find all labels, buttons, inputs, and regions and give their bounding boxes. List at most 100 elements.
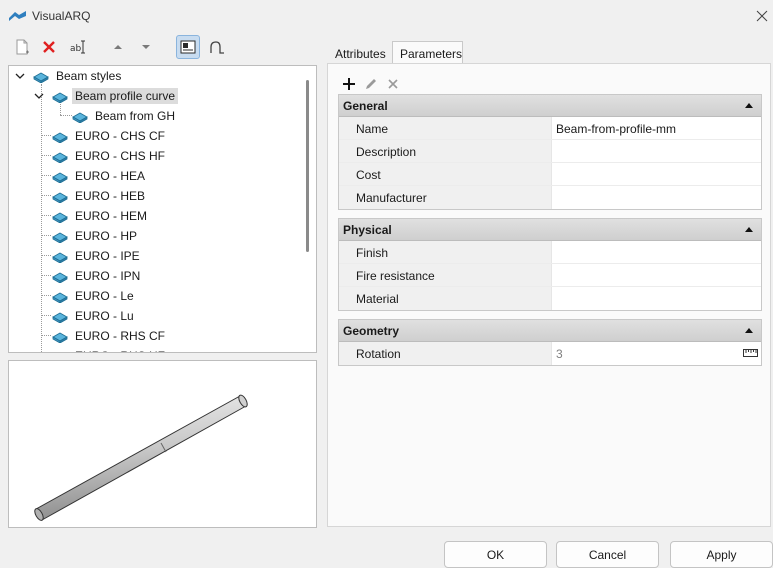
new-style-icon (16, 39, 29, 55)
chevron-down-icon[interactable] (34, 91, 44, 101)
material-field[interactable] (551, 287, 761, 310)
group-physical: Physical Finish Fire resistance Material (338, 218, 762, 311)
move-up-button[interactable] (106, 35, 130, 59)
beam-preview-image (34, 394, 248, 521)
manufacturer-field[interactable] (551, 186, 761, 209)
tree-guide-line (60, 115, 72, 116)
beam-styles-tree[interactable]: Beam styles Beam profile curve Beam from… (8, 65, 317, 353)
group-title: Geometry (343, 324, 400, 338)
beam-style-icon (52, 332, 68, 343)
add-parameter-button[interactable] (339, 73, 359, 95)
cancel-button[interactable]: Cancel (556, 541, 659, 568)
new-style-button[interactable] (10, 35, 34, 59)
group-header-general[interactable]: General (339, 95, 761, 117)
ok-button[interactable]: OK (444, 541, 547, 568)
tree-item[interactable]: EURO - CHS HF (52, 146, 168, 166)
tree-item[interactable]: EURO - HEB (52, 186, 148, 206)
group-title: General (343, 99, 388, 113)
tab-parameters[interactable]: Parameters (392, 41, 463, 65)
tree-item-root[interactable]: Beam styles (15, 66, 124, 86)
tree-guide-line (41, 315, 51, 316)
rotation-field[interactable]: 3 (551, 342, 761, 365)
beam-style-icon (52, 152, 68, 163)
fire-resistance-field[interactable] (551, 264, 761, 286)
window-title: VisualARQ (32, 9, 91, 23)
tree-item[interactable]: EURO - Le (52, 286, 137, 306)
edit-parameter-button[interactable] (361, 73, 381, 95)
collapse-icon[interactable] (745, 103, 753, 108)
close-icon[interactable] (752, 6, 772, 26)
property-name: Rotation (339, 342, 551, 365)
description-field[interactable] (551, 140, 761, 162)
curve-button[interactable] (206, 35, 230, 59)
property-row-name: Name Beam-from-profile-mm (339, 117, 761, 140)
group-header-geometry[interactable]: Geometry (339, 320, 761, 342)
tree-item-label: EURO - RHS HF (72, 348, 168, 352)
tab-attributes[interactable]: Attributes (327, 41, 392, 65)
tree-guide-line (41, 135, 51, 136)
tree-item[interactable]: EURO - RHS CF (52, 326, 168, 346)
tree-guide-line (41, 295, 51, 296)
property-row-material: Material (339, 287, 761, 310)
cost-field[interactable] (551, 163, 761, 185)
beam-style-icon (52, 232, 68, 243)
view-mode-icon (180, 40, 196, 54)
tree-item[interactable]: EURO - IPE (52, 246, 143, 266)
tree-item-label: Beam from GH (95, 109, 176, 123)
property-name: Cost (339, 163, 551, 185)
plus-icon (343, 78, 355, 90)
tree-item-label: EURO - HEM (75, 209, 147, 223)
beam-style-icon (52, 212, 68, 223)
tree-item-label: EURO - Lu (75, 309, 134, 323)
tree-item[interactable]: EURO - Lu (52, 306, 137, 326)
view-mode-button[interactable] (176, 35, 200, 59)
group-header-physical[interactable]: Physical (339, 219, 761, 241)
tree-item[interactable]: EURO - HEM (52, 206, 150, 226)
collapse-icon[interactable] (745, 328, 753, 333)
property-row-manufacturer: Manufacturer (339, 186, 761, 209)
beam-style-icon (33, 72, 49, 83)
finish-field[interactable] (551, 241, 761, 263)
tree-item-label: EURO - HP (75, 229, 138, 243)
rename-style-button[interactable]: ab (66, 35, 90, 59)
name-field[interactable]: Beam-from-profile-mm (551, 117, 761, 139)
tree-item[interactable]: EURO - CHS CF (52, 126, 168, 146)
beam-style-icon (52, 192, 68, 203)
tree-item[interactable]: EURO - HEA (52, 166, 148, 186)
tree-guide-line (41, 215, 51, 216)
tree-item-beam-profile-curve[interactable]: Beam profile curve (34, 86, 179, 106)
tree-item[interactable]: EURO - IPN (52, 266, 143, 286)
title-bar: VisualARQ (0, 0, 773, 32)
collapse-icon[interactable] (745, 227, 753, 232)
tree-guide-line (41, 175, 51, 176)
property-name: Description (339, 140, 551, 162)
property-name: Fire resistance (339, 264, 551, 286)
tree-item[interactable]: EURO - RHS HF (52, 346, 168, 352)
property-name: Material (339, 287, 551, 310)
delete-icon (43, 41, 55, 53)
move-down-button[interactable] (134, 35, 158, 59)
beam-style-icon (52, 172, 68, 183)
tree-item-label: EURO - CHS CF (75, 129, 165, 143)
beam-style-icon (52, 252, 68, 263)
tree-item[interactable]: EURO - HP (52, 226, 140, 246)
delete-style-button[interactable] (37, 35, 61, 59)
tree-scrollbar[interactable] (306, 80, 309, 252)
tree-item-label: Beam styles (56, 69, 122, 83)
rename-icon: ab (70, 40, 85, 54)
apply-button[interactable]: Apply (670, 541, 773, 568)
svg-text:ab: ab (70, 44, 82, 54)
property-row-rotation: Rotation 3 (339, 342, 761, 365)
property-name: Manufacturer (339, 186, 551, 209)
group-title: Physical (343, 223, 392, 237)
tree-item-label: EURO - Le (75, 289, 134, 303)
delete-parameter-button[interactable] (383, 73, 403, 95)
chevron-down-icon[interactable] (15, 71, 25, 81)
rotation-value: 3 (556, 347, 563, 361)
tree-item-beam-from-gh[interactable]: Beam from GH (72, 106, 178, 126)
beam-style-icon (52, 132, 68, 143)
ruler-icon[interactable] (743, 349, 758, 357)
tree-guide-line (41, 255, 51, 256)
tree-item-label: EURO - IPN (75, 269, 141, 283)
curve-icon (210, 41, 224, 54)
